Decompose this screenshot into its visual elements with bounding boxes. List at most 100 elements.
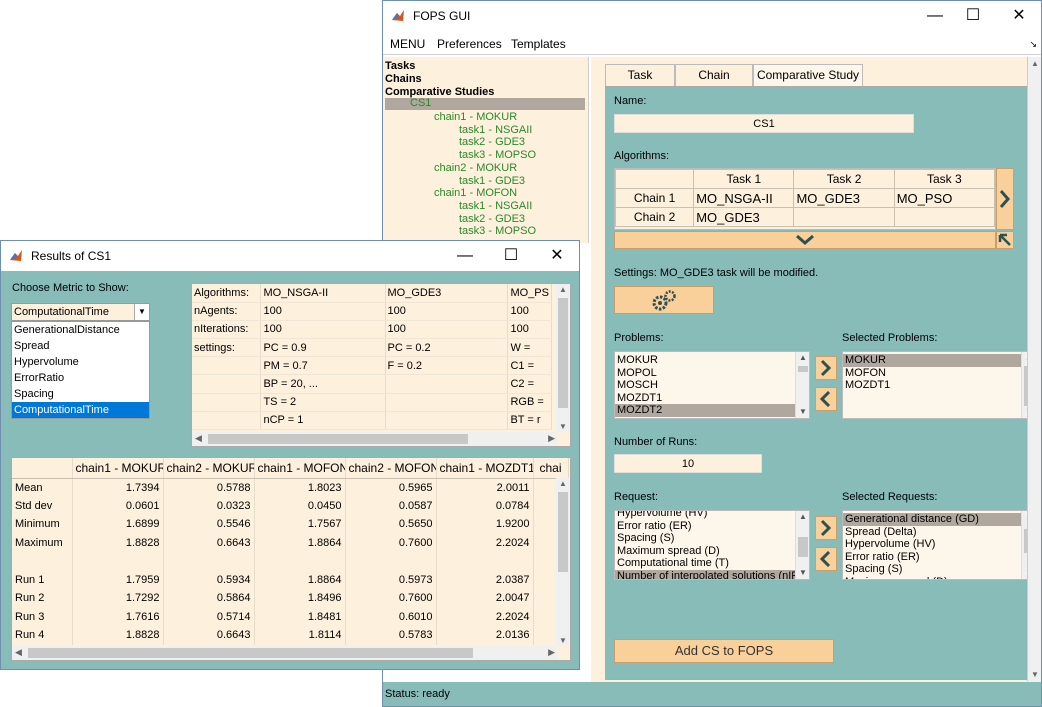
table-header[interactable]: [12, 458, 73, 479]
maximize-icon[interactable]: ☐: [961, 5, 985, 27]
scroll-up-icon[interactable]: ▲: [1031, 59, 1039, 68]
scroll-up-icon[interactable]: ▲: [559, 285, 567, 294]
list-item[interactable]: Spacing (S): [615, 532, 795, 545]
tree-node[interactable]: task1 - NSGAII: [459, 124, 532, 136]
tree-node[interactable]: task3 - MOPSO: [459, 225, 536, 237]
metric-option[interactable]: Spacing: [12, 386, 149, 402]
list-item[interactable]: Error ratio (ER): [615, 520, 795, 533]
tree-node-cs1[interactable]: CS1: [385, 97, 585, 110]
tree-node[interactable]: chain1 - MOKUR: [434, 111, 517, 123]
list-item[interactable]: MOSCH: [615, 379, 795, 392]
results-horizontal-scrollbar[interactable]: ◀ ▶: [12, 646, 558, 660]
tree-node[interactable]: task2 - GDE3: [459, 136, 525, 148]
alg-cell[interactable]: MO_NSGA-II: [693, 188, 795, 208]
menu-item-menu[interactable]: MENU: [390, 37, 425, 51]
table-header[interactable]: chain2 - MOFON: [345, 458, 437, 479]
tree-node[interactable]: chain1 - MOFON: [434, 187, 517, 199]
list-item[interactable]: MOZDT1: [843, 379, 1021, 392]
settings-button[interactable]: [614, 286, 714, 314]
scroll-down-icon[interactable]: ▼: [796, 406, 809, 418]
scroll-right-icon[interactable]: ▶: [548, 433, 555, 444]
resize-corner-button[interactable]: [996, 231, 1014, 249]
tree-node[interactable]: chain2 - MOKUR: [434, 162, 517, 174]
alg-header-task3[interactable]: Task 3: [893, 169, 996, 189]
list-item[interactable]: Generational distance (GD): [843, 513, 1021, 526]
alg-header-task2[interactable]: Task 2: [793, 169, 895, 189]
runs-input[interactable]: 10: [614, 454, 762, 473]
list-item[interactable]: MOZDT3: [615, 417, 795, 418]
list-item[interactable]: MOFON: [843, 367, 1021, 380]
add-request-button[interactable]: [815, 516, 837, 540]
add-task-right-button[interactable]: [996, 168, 1014, 230]
list-item[interactable]: Hypervolume (HV): [615, 511, 795, 520]
scroll-thumb[interactable]: [28, 648, 473, 658]
list-item[interactable]: Hypervolume (HV): [843, 538, 1021, 551]
scroll-down-icon[interactable]: ▼: [1031, 670, 1039, 679]
scroll-thumb[interactable]: [798, 366, 808, 372]
scroll-left-icon[interactable]: ◀: [15, 647, 22, 658]
list-item[interactable]: Spacing (S): [843, 563, 1021, 576]
table-header[interactable]: chain2 - MOKUR: [163, 458, 255, 479]
list-item[interactable]: Number of interpolated solutions (nIP): [615, 569, 802, 579]
maximize-icon[interactable]: ☐: [499, 245, 523, 267]
list-item[interactable]: MOKUR: [615, 354, 795, 367]
tab-task[interactable]: Task: [605, 64, 675, 86]
alg-cell[interactable]: MO_GDE3: [793, 188, 895, 208]
table-header[interactable]: chain1 - MOFON: [254, 458, 346, 479]
name-input[interactable]: CS1: [614, 114, 914, 133]
list-item[interactable]: Computational time (T): [615, 557, 795, 570]
scroll-down-icon[interactable]: ▼: [559, 422, 567, 431]
list-scrollbar[interactable]: ▲▼: [795, 352, 809, 418]
list-item[interactable]: MOZDT1: [615, 392, 795, 405]
alg-header-task1[interactable]: Task 1: [693, 169, 795, 189]
scroll-up-icon[interactable]: ▲: [796, 511, 809, 523]
menu-item-preferences[interactable]: Preferences: [437, 37, 502, 51]
scroll-thumb[interactable]: [798, 537, 808, 557]
tree-node[interactable]: task1 - GDE3: [459, 175, 525, 187]
metric-options-list[interactable]: GenerationalDistance Spread Hypervolume Err…: [11, 321, 150, 419]
tab-chain[interactable]: Chain: [675, 64, 753, 86]
list-item[interactable]: Error ratio (ER): [843, 551, 1021, 564]
tree-node[interactable]: task2 - GDE3: [459, 213, 525, 225]
tree-node-comparative-studies[interactable]: Comparative Studies: [385, 86, 494, 98]
scroll-down-icon[interactable]: ▼: [559, 636, 567, 645]
alg-cell[interactable]: MO_PSO: [893, 188, 996, 208]
scroll-right-icon[interactable]: ▶: [548, 647, 555, 658]
list-item[interactable]: MOZDT2: [615, 404, 795, 417]
scroll-thumb[interactable]: [208, 434, 468, 444]
metric-option[interactable]: ComputationalTime: [12, 402, 149, 418]
table-header[interactable]: chai: [533, 458, 569, 479]
list-item[interactable]: Maximum spread (D): [615, 545, 795, 558]
metric-option[interactable]: GenerationalDistance: [12, 322, 149, 338]
selected-requests-listbox[interactable]: Generational distance (GD) Spread (Delta)…: [842, 510, 1036, 580]
list-item[interactable]: Spread (Delta): [843, 526, 1021, 539]
tree-node-chains[interactable]: Chains: [385, 73, 422, 85]
alg-cell[interactable]: [793, 207, 895, 227]
list-item[interactable]: MOKUR: [843, 354, 1021, 367]
add-chain-down-button[interactable]: [614, 231, 996, 249]
remove-request-button[interactable]: [815, 547, 837, 571]
add-problem-button[interactable]: [815, 356, 837, 380]
table-header[interactable]: chain1 - MOZDT1: [436, 458, 534, 479]
tree-node[interactable]: task1 - NSGAII: [459, 200, 532, 212]
list-item[interactable]: MOPOL: [615, 367, 795, 380]
close-icon[interactable]: ✕: [545, 245, 569, 267]
remove-problem-button[interactable]: [815, 387, 837, 411]
menu-item-templates[interactable]: Templates: [511, 37, 566, 51]
alg-cell[interactable]: [893, 207, 996, 227]
alg-cell[interactable]: MO_GDE3: [693, 207, 795, 227]
metric-dropdown[interactable]: ComputationalTime ▼: [11, 303, 150, 321]
results-vertical-scrollbar[interactable]: ▲ ▼: [556, 478, 570, 646]
settings-vertical-scrollbar[interactable]: ▲ ▼: [556, 284, 570, 432]
scroll-left-icon[interactable]: ◀: [195, 433, 202, 444]
scroll-down-icon[interactable]: ▼: [796, 567, 809, 579]
table-header[interactable]: chain1 - MOKUR: [72, 458, 164, 479]
scroll-up-icon[interactable]: ▲: [559, 479, 567, 488]
metric-option[interactable]: ErrorRatio: [12, 370, 149, 386]
metric-option[interactable]: Hypervolume: [12, 354, 149, 370]
close-icon[interactable]: ✕: [1007, 5, 1031, 27]
scroll-thumb[interactable]: [558, 298, 568, 408]
settings-horizontal-scrollbar[interactable]: ◀ ▶: [192, 432, 558, 446]
add-cs-button[interactable]: Add CS to FOPS: [614, 639, 834, 663]
minimize-icon[interactable]: —: [923, 5, 947, 27]
